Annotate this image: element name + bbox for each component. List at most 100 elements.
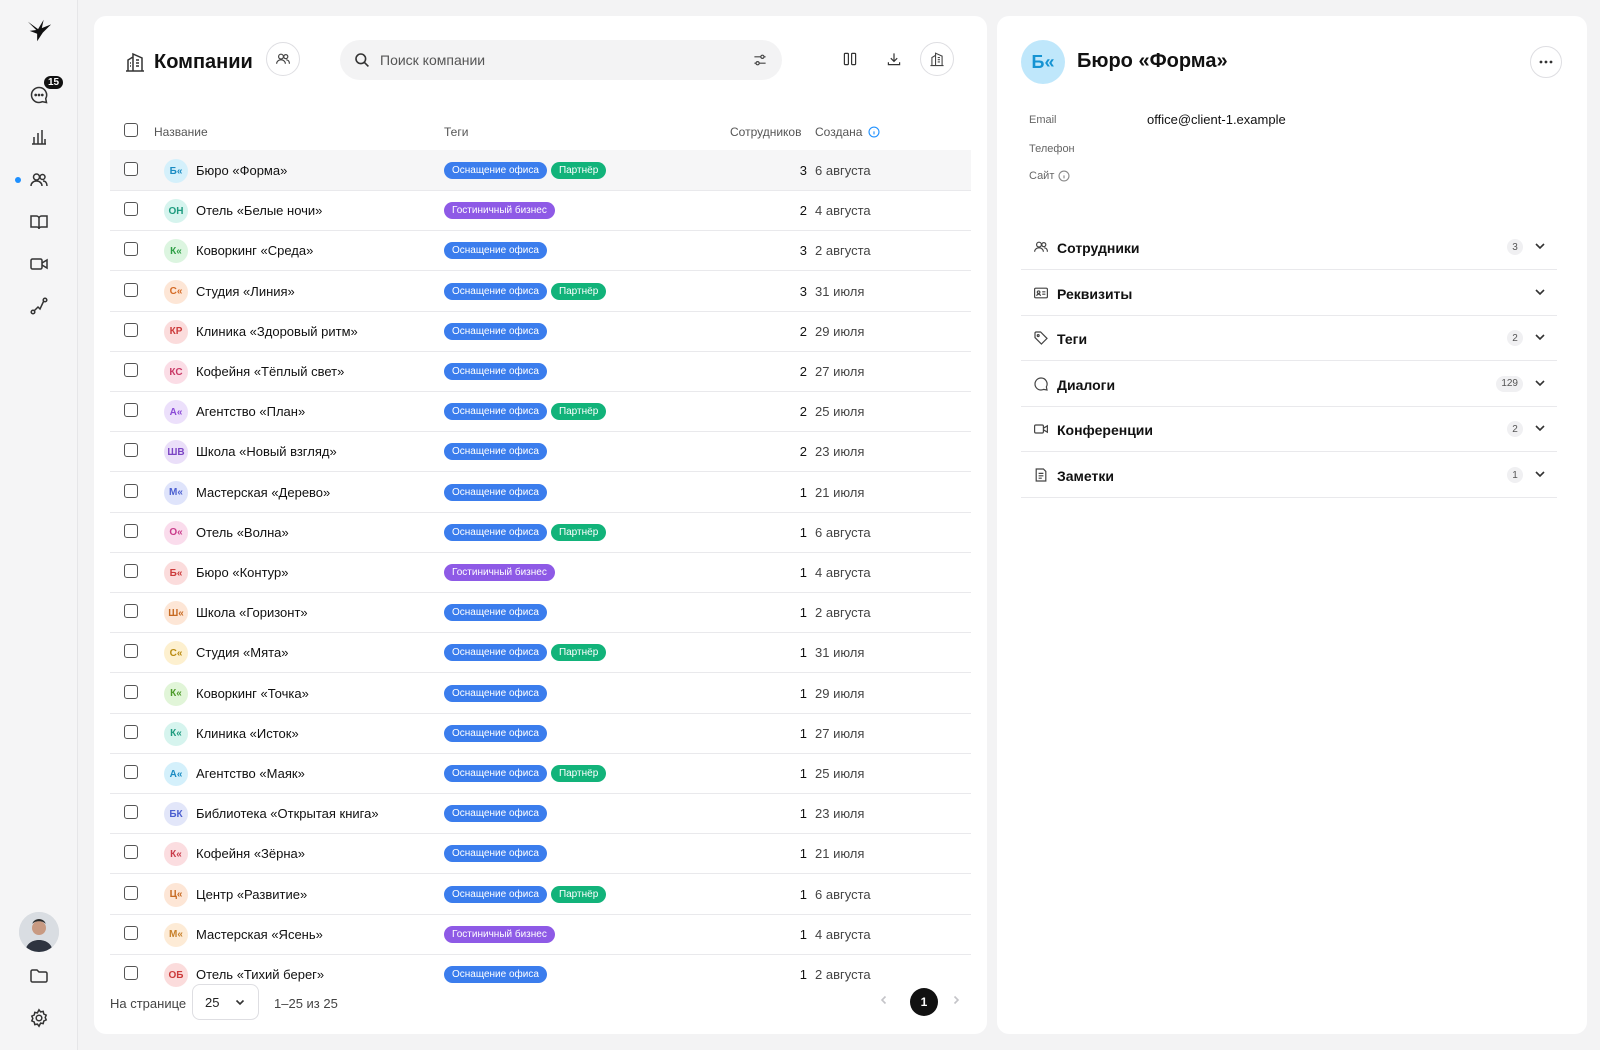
integrations-icon[interactable] <box>25 292 53 320</box>
section-5[interactable]: Конференции 2 <box>1021 406 1557 453</box>
tag-badge[interactable]: Партнёр <box>550 282 607 300</box>
video-icon[interactable] <box>25 250 53 278</box>
email-value[interactable]: office@client-1.example <box>1147 112 1286 127</box>
chevron-down-icon[interactable] <box>1533 239 1547 253</box>
table-row[interactable]: С« Студия «Мята» Оснащение офиса Партнёр 1 31… <box>110 632 971 674</box>
column-employees[interactable]: Сотрудников <box>730 125 801 139</box>
row-checkbox[interactable] <box>124 644 138 659</box>
add-company-button[interactable] <box>920 42 954 76</box>
company-name[interactable]: Мастерская «Ясень» <box>196 927 323 942</box>
company-name[interactable]: Отель «Волна» <box>196 525 289 540</box>
row-checkbox[interactable] <box>124 162 138 176</box>
row-checkbox[interactable] <box>124 684 138 699</box>
tag-badge[interactable]: Оснащение офиса <box>444 966 547 983</box>
contacts-view-button[interactable] <box>266 42 300 76</box>
table-row[interactable]: Ц« Центр «Развитие» Оснащение офиса Партнёр… <box>110 874 971 915</box>
tag-badge[interactable]: Оснащение офиса <box>444 403 547 421</box>
table-row[interactable]: ШВ Школа «Новый взгляд» Оснащение офиса 2 23… <box>110 431 971 473</box>
tag-badge[interactable]: Партнёр <box>550 765 607 782</box>
section-1[interactable]: Сотрудники 3 <box>1021 224 1557 270</box>
tag-badge[interactable]: Оснащение офиса <box>444 805 547 823</box>
info-icon[interactable] <box>1058 170 1070 182</box>
company-name[interactable]: Клиника «Исток» <box>196 726 299 741</box>
table-row[interactable]: К« Коворкинг «Среда» Оснащение офиса 3 2 авг… <box>110 230 971 272</box>
table-row[interactable]: А« Агентство «План» Оснащение офиса Партнёр… <box>110 391 971 433</box>
row-checkbox[interactable] <box>124 282 138 297</box>
table-row[interactable]: КР Клиника «Здоровый ритм» Оснащение офиса… <box>110 311 971 352</box>
tag-badge[interactable]: Гостиничный бизнес <box>444 925 555 943</box>
section-2[interactable]: Реквизиты <box>1021 270 1557 316</box>
tag-badge[interactable]: Оснащение офиса <box>444 765 547 782</box>
table-row[interactable]: КС Кофейня «Тёплый свет» Оснащение офиса 2 2… <box>110 351 971 392</box>
row-checkbox[interactable] <box>124 202 138 217</box>
company-name[interactable]: Бюро «Форма» <box>196 163 287 178</box>
chevron-down-icon[interactable] <box>1533 285 1547 299</box>
company-name[interactable]: Библиотека «Открытая книга» <box>196 806 379 821</box>
download-icon[interactable] <box>882 47 906 71</box>
company-name[interactable]: Студия «Мята» <box>196 645 288 660</box>
row-checkbox[interactable] <box>124 765 138 779</box>
tag-badge[interactable]: Оснащение офиса <box>444 242 547 260</box>
company-name[interactable]: Отель «Тихий берег» <box>196 967 324 982</box>
tag-badge[interactable]: Оснащение офиса <box>444 443 547 461</box>
table-row[interactable]: К« Клиника «Исток» Оснащение офиса 1 27 июля <box>110 713 971 754</box>
logo-icon[interactable] <box>25 16 53 44</box>
company-name[interactable]: Агентство «Маяк» <box>196 766 305 781</box>
row-checkbox[interactable] <box>124 443 138 458</box>
table-row[interactable]: К« Коворкинг «Точка» Оснащение офиса 1 29 ию… <box>110 673 971 714</box>
prev-page-button[interactable] <box>878 994 890 1009</box>
more-options-button[interactable] <box>1530 46 1562 78</box>
select-all-checkbox[interactable] <box>124 123 138 137</box>
company-name[interactable]: Коворкинг «Среда» <box>196 243 313 258</box>
company-name[interactable]: Кофейня «Зёрна» <box>196 846 305 861</box>
row-checkbox[interactable] <box>124 564 138 578</box>
user-avatar[interactable] <box>19 912 59 952</box>
company-name[interactable]: Кофейня «Тёплый свет» <box>196 364 344 379</box>
company-name[interactable]: Студия «Линия» <box>196 284 295 299</box>
page-1-button[interactable]: 1 <box>910 988 938 1016</box>
row-checkbox[interactable] <box>124 925 138 940</box>
tag-badge[interactable]: Оснащение офиса <box>444 523 547 541</box>
next-page-button[interactable] <box>950 994 962 1009</box>
chevron-down-icon[interactable] <box>1533 376 1547 390</box>
tag-badge[interactable]: Партнёр <box>550 162 607 179</box>
per-page-select[interactable]: 25 <box>192 984 259 1020</box>
tag-badge[interactable]: Оснащение офиса <box>444 282 547 300</box>
tag-badge[interactable]: Оснащение офиса <box>444 644 547 662</box>
row-checkbox[interactable] <box>124 363 138 377</box>
tag-badge[interactable]: Партнёр <box>550 644 607 662</box>
tag-badge[interactable]: Оснащение офиса <box>444 885 547 903</box>
company-name[interactable]: Отель «Белые ночи» <box>196 203 322 218</box>
filter-sliders-icon[interactable] <box>752 52 768 68</box>
section-4[interactable]: Диалоги 129 <box>1021 361 1557 407</box>
company-name[interactable]: Школа «Новый взгляд» <box>196 444 337 459</box>
analytics-icon[interactable] <box>25 123 53 151</box>
row-checkbox[interactable] <box>124 604 138 619</box>
tag-badge[interactable]: Гостиничный бизнес <box>444 202 555 220</box>
row-checkbox[interactable] <box>124 483 138 498</box>
columns-icon[interactable] <box>838 47 862 71</box>
company-name[interactable]: Бюро «Контур» <box>196 565 288 580</box>
tag-badge[interactable]: Оснащение офиса <box>444 684 547 702</box>
settings-gear-icon[interactable] <box>25 1004 53 1032</box>
table-row[interactable]: Ш« Школа «Горизонт» Оснащение офиса 1 2 авгу… <box>110 592 971 634</box>
table-row[interactable]: С« Студия «Линия» Оснащение офиса Партнёр 3 3… <box>110 271 971 312</box>
chevron-down-icon[interactable] <box>1533 467 1547 481</box>
table-row[interactable]: А« Агентство «Маяк» Оснащение офиса Партнёр… <box>110 753 971 794</box>
section-6[interactable]: Заметки 1 <box>1021 452 1557 498</box>
company-name[interactable]: Мастерская «Дерево» <box>196 485 330 500</box>
tag-badge[interactable]: Оснащение офиса <box>444 483 547 501</box>
table-row[interactable]: БК Библиотека «Открытая книга» Оснащение о… <box>110 793 971 835</box>
row-checkbox[interactable] <box>124 805 138 820</box>
row-checkbox[interactable] <box>124 724 138 739</box>
section-3[interactable]: Теги 2 <box>1021 315 1557 362</box>
row-checkbox[interactable] <box>124 845 138 860</box>
tag-badge[interactable]: Гостиничный бизнес <box>444 564 555 581</box>
column-name[interactable]: Название <box>154 125 208 139</box>
table-row[interactable]: О« Отель «Волна» Оснащение офиса Партнёр 1 6 … <box>110 512 971 553</box>
tag-badge[interactable]: Оснащение офиса <box>444 322 547 340</box>
tag-badge[interactable]: Партнёр <box>550 885 607 903</box>
table-row[interactable]: М« Мастерская «Ясень» Гостиничный бизнес 1 4… <box>110 914 971 955</box>
table-row[interactable]: ОН Отель «Белые ночи» Гостиничный бизнес 2 4… <box>110 190 971 232</box>
chevron-down-icon[interactable] <box>1533 421 1547 435</box>
